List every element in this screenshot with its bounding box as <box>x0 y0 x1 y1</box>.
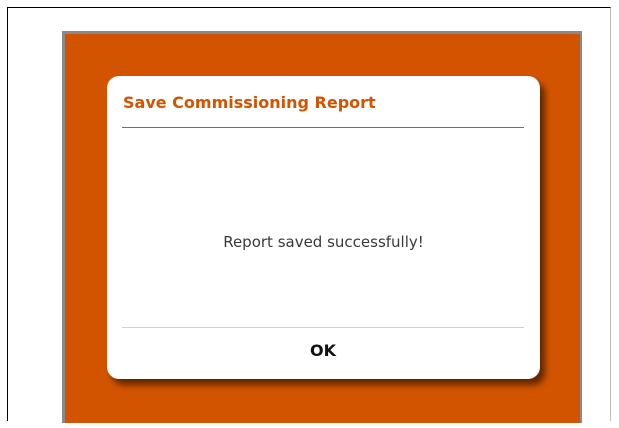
save-report-dialog: Save Commissioning Report Report saved s… <box>107 76 540 379</box>
ok-button[interactable]: OK <box>122 330 524 372</box>
dialog-title: Save Commissioning Report <box>123 93 376 112</box>
title-divider <box>122 127 524 128</box>
footer-divider <box>122 327 524 328</box>
dialog-message: Report saved successfully! <box>223 233 424 251</box>
